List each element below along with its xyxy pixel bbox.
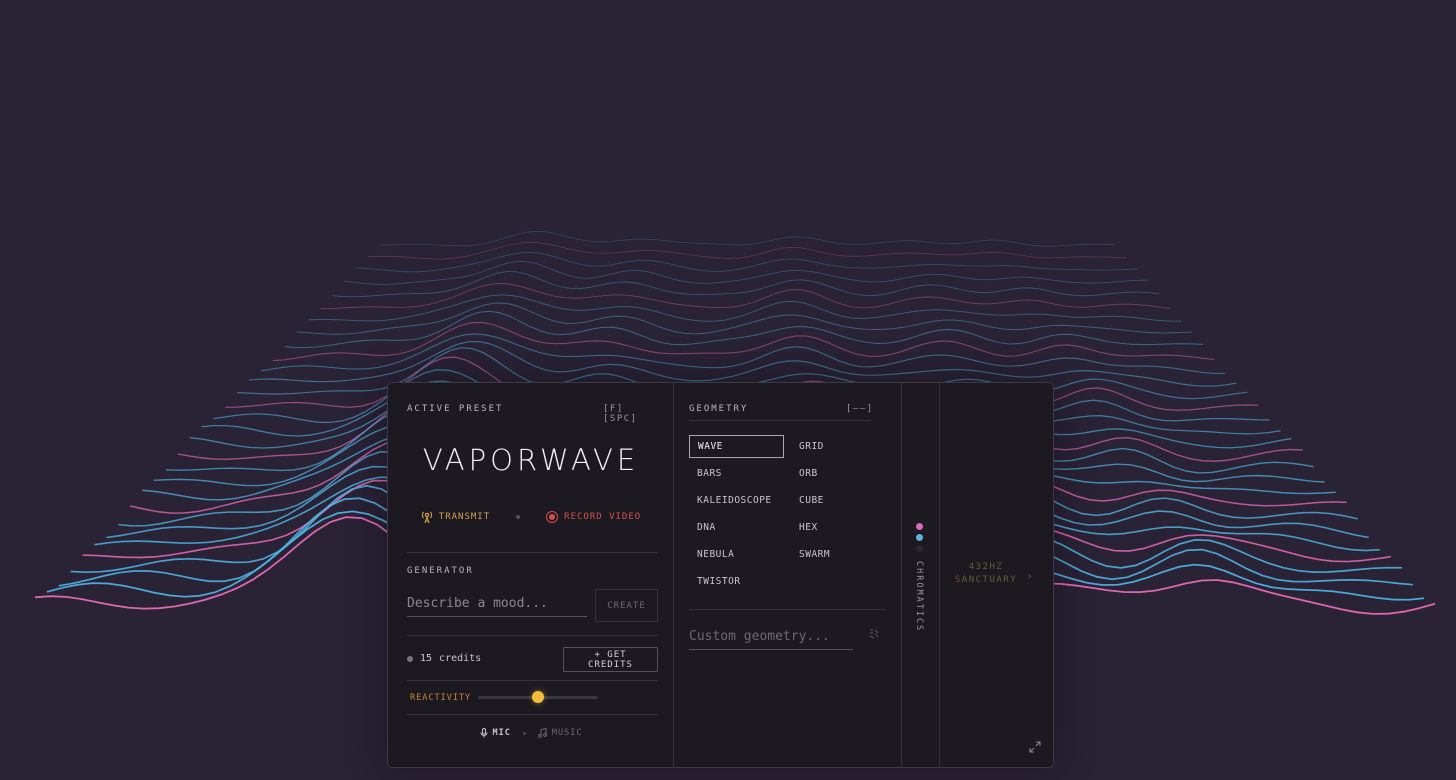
key-space-hint: [SPC] <box>603 414 638 424</box>
wave-line <box>344 260 1149 285</box>
preset-shortcuts: [F] [SPC] <box>593 404 673 424</box>
divider <box>407 680 658 681</box>
separator-dot <box>516 515 521 519</box>
credits-unit: credits <box>439 653 482 664</box>
key-f-hint: [F] <box>603 404 624 414</box>
expand-icon[interactable] <box>1029 741 1041 753</box>
chevron-right-icon[interactable]: › <box>1026 569 1033 583</box>
music-source-button[interactable]: MUSIC <box>537 728 583 738</box>
geometry-option-dna[interactable]: DNA <box>689 516 784 539</box>
chromatics-label[interactable]: CHROMATICS <box>914 561 924 632</box>
color-swatch[interactable] <box>916 534 923 541</box>
wave-line <box>308 294 1182 322</box>
credits-status-dot <box>407 655 413 662</box>
geometry-option-swarm[interactable]: SWARM <box>791 543 886 566</box>
credits-display: 15 credits <box>407 653 481 664</box>
reactivity-slider[interactable] <box>478 691 598 703</box>
broadcast-tower-icon <box>421 511 432 524</box>
create-button[interactable]: CREATE <box>595 589 658 622</box>
music-label: MUSIC <box>551 728 583 738</box>
transmit-button[interactable]: TRANSMIT <box>421 510 490 524</box>
divider <box>689 609 885 610</box>
geometry-header: GEOMETRY <box>689 404 749 414</box>
reactivity-slider-thumb[interactable] <box>532 691 544 703</box>
geometry-option-wave[interactable]: WAVE <box>689 435 784 458</box>
divider <box>689 420 871 421</box>
audio-source-toggle: MIC MUSIC <box>388 728 674 738</box>
reactivity-label: REACTIVITY <box>410 693 472 703</box>
wave-line <box>332 271 1160 298</box>
chromatics-column: CHROMATICS <box>902 383 940 767</box>
geometry-option-cube[interactable]: CUBE <box>791 489 886 512</box>
mood-input[interactable] <box>407 590 587 617</box>
geometry-column: GEOMETRY [——] WAVE GRID BARS ORB KALEIDOSCOP… <box>674 383 902 767</box>
shapes-icon[interactable] <box>869 629 879 639</box>
geometry-option-twistor[interactable]: TWISTOR <box>689 570 784 593</box>
preset-column: ACTIVE PRESET [F] [SPC] VAPORWAVE TRANSM… <box>388 383 674 767</box>
generator-header: GENERATOR <box>407 566 474 576</box>
active-preset-header: ACTIVE PRESET <box>407 404 504 414</box>
music-note-icon <box>537 728 547 738</box>
preset-title: VAPORWAVE <box>422 443 640 477</box>
credits-count: 15 <box>420 653 433 664</box>
sanctuary-preset-link[interactable]: 432HZ SANCTUARY <box>940 561 1032 587</box>
preset-actions: TRANSMIT RECORD VIDEO <box>388 510 674 524</box>
mic-label: MIC <box>492 728 511 738</box>
record-video-button[interactable]: RECORD VIDEO <box>546 511 641 523</box>
microphone-icon <box>480 728 488 738</box>
divider <box>407 714 658 715</box>
record-label: RECORD VIDEO <box>564 512 642 522</box>
get-credits-button[interactable]: + GET CREDITS <box>563 647 658 672</box>
color-swatch[interactable] <box>916 545 923 552</box>
geometry-option-kaleidoscope[interactable]: KALEIDOSCOPE <box>689 489 784 512</box>
geometry-options: WAVE GRID BARS ORB KALEIDOSCOPE CUBE DNA HEX NEB… <box>689 435 886 593</box>
wave-line <box>320 282 1171 310</box>
mic-source-button[interactable]: MIC <box>480 728 511 738</box>
control-panel: ACTIVE PRESET [F] [SPC] VAPORWAVE TRANSM… <box>387 382 1054 768</box>
record-icon <box>546 511 559 523</box>
divider <box>407 635 658 636</box>
sanctuary-column: 432HZ SANCTUARY › <box>940 383 1053 767</box>
wave-line <box>272 321 1215 362</box>
separator-dot <box>522 731 526 735</box>
geometry-key-hint: [——] <box>846 404 874 414</box>
custom-geometry-input[interactable] <box>689 623 853 650</box>
geometry-option-nebula[interactable]: NEBULA <box>689 543 784 566</box>
frequency-label: 432HZ <box>968 562 1004 572</box>
transmit-label: TRANSMIT <box>438 512 491 522</box>
chromatics-swatches <box>916 523 923 552</box>
wave-line <box>379 230 1116 247</box>
geometry-option-orb[interactable]: ORB <box>791 462 886 485</box>
wave-line <box>296 302 1193 335</box>
color-swatch[interactable] <box>916 523 923 530</box>
geometry-option-grid[interactable]: GRID <box>791 435 886 458</box>
sanctuary-label: SANCTUARY <box>954 575 1018 585</box>
divider <box>407 552 658 553</box>
geometry-option-hex[interactable]: HEX <box>791 516 886 539</box>
geometry-option-bars[interactable]: BARS <box>689 462 784 485</box>
